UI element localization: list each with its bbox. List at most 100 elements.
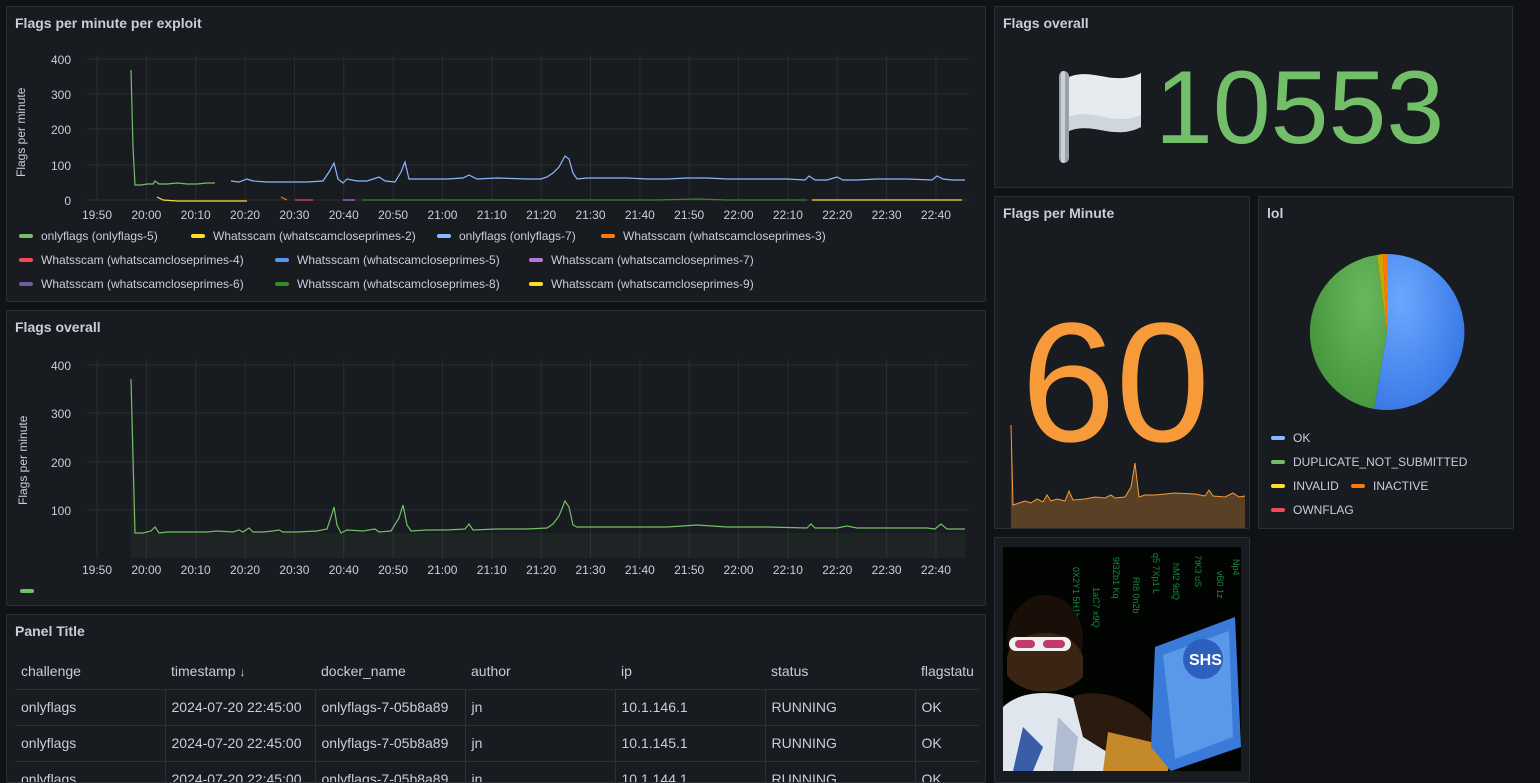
legend-label: Whatsscam (whatscamcloseprimes-8) (297, 277, 500, 291)
x-tick: 20:50 (378, 563, 408, 577)
x-tick: 21:20 (526, 208, 556, 222)
cell: 2024-07-20 22:45:00 (164, 760, 315, 782)
legend-swatch (1351, 484, 1365, 488)
x-tick: 22:40 (921, 563, 951, 577)
x-tick: 22:10 (773, 208, 803, 222)
panel-image[interactable]: 0X2Y1 5H1b 1aC7 x9Q 9f3Zb1 Kq Rt8 0n2b q… (994, 537, 1250, 783)
panel-title[interactable]: Panel Title (15, 623, 85, 639)
legend-item[interactable]: onlyflags (onlyflags-5) (19, 229, 158, 243)
legend-label: onlyflags (onlyflags-5) (41, 229, 158, 243)
x-tick: 20:30 (279, 563, 309, 577)
column-header-timestamp[interactable]: timestamp ↓ (165, 653, 315, 689)
column-header-author[interactable]: author (465, 653, 615, 689)
y-tick: 400 (51, 359, 71, 373)
svg-text:7tK3 uS: 7tK3 uS (1193, 555, 1203, 587)
x-tick: 22:30 (872, 563, 902, 577)
cell: OK (914, 688, 979, 725)
cell: RUNNING (764, 760, 915, 782)
timeseries-chart[interactable]: Flags per minute 400 300 200 100 0 19:50… (7, 7, 986, 227)
cell: 10.1.146.1 (614, 688, 765, 725)
legend-label: Whatsscam (whatscamcloseprimes-2) (213, 229, 416, 243)
column-header-challenge[interactable]: challenge (15, 653, 165, 689)
x-tick: 20:40 (329, 208, 359, 222)
svg-text:SHS: SHS (1189, 652, 1222, 669)
legend-item[interactable]: OWNFLAG (1271, 503, 1354, 517)
x-tick: 20:10 (181, 563, 211, 577)
legend-item[interactable]: onlyflags (onlyflags-7) (437, 229, 576, 243)
legend-swatch (1271, 508, 1285, 512)
legend-item[interactable]: Whatsscam (whatscamcloseprimes-7) (529, 253, 754, 267)
legend-item[interactable]: INVALID (1271, 479, 1339, 493)
x-tick: 20:40 (329, 563, 359, 577)
legend-item[interactable]: Whatsscam (whatscamcloseprimes-6) (19, 277, 244, 291)
y-tick: 0 (64, 194, 71, 208)
legend-swatch (191, 234, 205, 238)
y-tick: 100 (51, 504, 71, 518)
legend-swatch (1271, 436, 1285, 440)
x-tick: 20:00 (131, 208, 161, 222)
legend-swatch (19, 258, 33, 262)
y-tick: 100 (51, 159, 71, 173)
x-tick: 21:10 (477, 563, 507, 577)
x-tick: 22:00 (724, 563, 754, 577)
column-header-flagstatus[interactable]: flagstatu (915, 653, 979, 689)
x-tick: 20:20 (230, 563, 260, 577)
legend: onlyflags (onlyflags-5) Whatsscam (whatsc… (19, 229, 979, 299)
x-tick: 20:00 (131, 563, 161, 577)
white-flag-icon (1059, 71, 1141, 163)
legend-item[interactable]: Whatsscam (whatscamcloseprimes-2) (191, 229, 416, 243)
x-tick: 22:10 (773, 563, 803, 577)
series-onlyflags-5 (130, 69, 215, 186)
column-header-ip[interactable]: ip (615, 653, 765, 689)
legend-item[interactable]: Whatsscam (whatscamcloseprimes-3) (601, 229, 826, 243)
panel-flags-overall-timeseries[interactable]: Flags overall Flags per minute 400 300 2… (6, 310, 986, 606)
legend-label: Whatsscam (whatscamcloseprimes-5) (297, 253, 500, 267)
x-tick: 19:50 (82, 208, 112, 222)
x-tick: 20:30 (279, 208, 309, 222)
svg-text:1aC7 x9Q: 1aC7 x9Q (1091, 587, 1101, 628)
cell: OK (914, 724, 979, 761)
panel-flags-overall-stat[interactable]: Flags overall 10553 (994, 6, 1513, 188)
x-tick: 19:50 (82, 563, 112, 577)
pie-slice-ok[interactable] (1374, 254, 1465, 410)
legend-item[interactable]: Whatsscam (whatscamcloseprimes-8) (275, 277, 500, 291)
legend-label: INVALID (1293, 479, 1339, 493)
legend-swatch (275, 258, 289, 262)
panel-flags-per-minute[interactable]: Flags per Minute 60 (994, 196, 1250, 529)
data-table: challenge timestamp ↓ docker_name author… (15, 653, 979, 782)
column-header-status[interactable]: status (765, 653, 915, 689)
legend-item[interactable]: OK (1271, 431, 1310, 445)
y-tick: 200 (51, 456, 71, 470)
cell: jn (464, 724, 615, 761)
arrow-down-icon: ↓ (239, 664, 246, 679)
column-header-docker-name[interactable]: docker_name (315, 653, 465, 689)
panel-pie-lol[interactable]: lol OK DUPLICATE_NOT_SUBMITTED INVALID INAC… (1258, 196, 1514, 529)
series-whatsscam-8 (362, 198, 807, 201)
legend-swatch (529, 282, 543, 286)
x-tick: 21:00 (427, 208, 457, 222)
legend-item[interactable]: INACTIVE (1351, 479, 1428, 493)
cell: 2024-07-20 22:45:00 (164, 688, 315, 725)
legend-item[interactable]: DUPLICATE_NOT_SUBMITTED (1271, 455, 1467, 469)
y-tick: 300 (51, 407, 71, 421)
panel-title[interactable]: Flags overall (1003, 15, 1089, 31)
panel-table[interactable]: Panel Title challenge timestamp ↓ docker… (6, 614, 986, 783)
legend-item[interactable]: Whatsscam (whatscamcloseprimes-9) (529, 277, 754, 291)
pie-chart[interactable] (1259, 197, 1514, 427)
panel-flags-per-exploit[interactable]: Flags per minute per exploit Flags per m… (6, 6, 986, 302)
x-tick: 20:50 (378, 208, 408, 222)
cell: onlyflags (15, 724, 165, 761)
legend-item[interactable]: Whatsscam (whatscamcloseprimes-5) (275, 253, 500, 267)
x-tick: 21:50 (674, 563, 704, 577)
cell: 10.1.144.1 (614, 760, 765, 782)
x-tick: 21:00 (427, 563, 457, 577)
pie-slice-duplicate[interactable] (1309, 255, 1387, 409)
table-row[interactable]: onlyflags 2024-07-20 22:45:00 onlyflags-… (15, 760, 979, 782)
legend-item[interactable]: Whatsscam (whatscamcloseprimes-4) (19, 253, 244, 267)
timeseries-chart[interactable]: Flags per minute 400 300 200 100 19:50 20… (7, 311, 986, 581)
table-row[interactable]: onlyflags 2024-07-20 22:45:00 onlyflags-… (15, 724, 979, 761)
legend-label: onlyflags (onlyflags-7) (459, 229, 576, 243)
svg-text:Np4: Np4 (1231, 559, 1241, 576)
table-row[interactable]: onlyflags 2024-07-20 22:45:00 onlyflags-… (15, 688, 979, 725)
series-onlyflags-7 (230, 155, 965, 184)
